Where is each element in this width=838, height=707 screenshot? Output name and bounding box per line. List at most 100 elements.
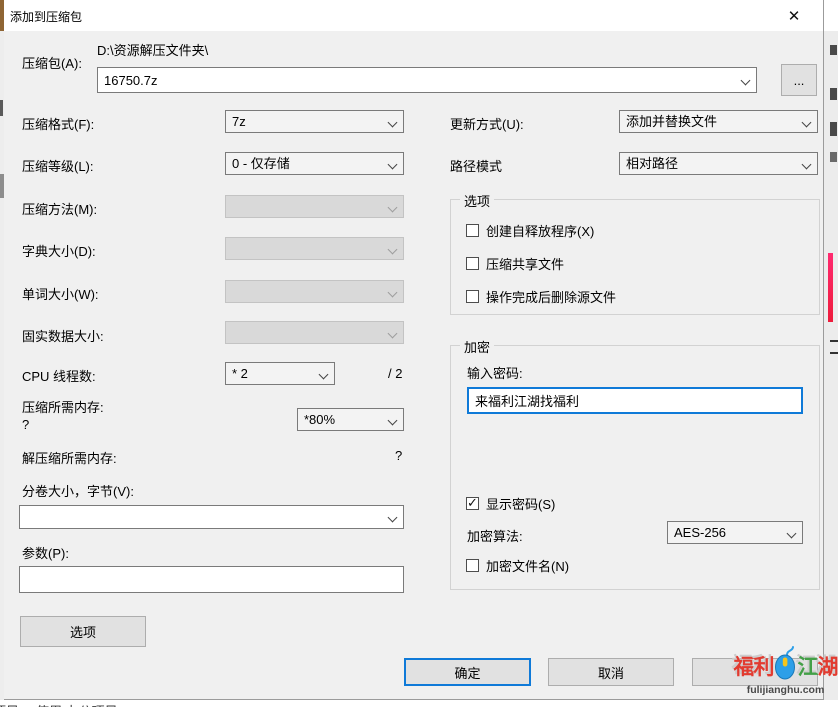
fulijianghu-watermark: 福 利 江 湖 fulijianghu.com <box>733 648 838 696</box>
chevron-down-icon <box>388 118 398 128</box>
background-text-fragment: 使用 办公项目 <box>36 701 118 707</box>
background-text-fragment: 项目 <box>0 701 19 707</box>
close-icon[interactable]: ✕ <box>779 5 809 27</box>
update-mode-value: 添加并替换文件 <box>626 114 717 129</box>
watermark-char: 福 <box>734 657 754 678</box>
checkbox-label: 创建自释放程序(X) <box>486 221 594 240</box>
chevron-down-icon[interactable] <box>388 513 398 523</box>
checkbox-box[interactable] <box>466 559 479 572</box>
options-button[interactable]: 选项 <box>20 616 146 647</box>
chevron-down-icon <box>802 160 812 170</box>
checkbox-label: 操作完成后删除源文件 <box>486 287 616 306</box>
watermark-logo-row: 福 利 江 湖 <box>733 648 838 686</box>
cancel-button[interactable]: 取消 <box>548 658 674 686</box>
archive-label: 压缩包(A): <box>22 53 82 72</box>
checkbox-box[interactable] <box>466 497 479 510</box>
chevron-down-icon <box>388 245 398 255</box>
password-input[interactable] <box>467 387 803 414</box>
archive-name-value: 16750.7z <box>104 73 158 88</box>
memory-usage-value: *80% <box>304 412 335 427</box>
cpu-threads-label: CPU 线程数: <box>22 366 96 385</box>
archive-path: D:\资源解压文件夹\ <box>97 40 208 59</box>
cpu-threads-combobox[interactable]: * 2 <box>225 362 335 385</box>
ok-button[interactable]: 确定 <box>404 658 531 686</box>
path-mode-label: 路径模式 <box>450 156 502 175</box>
chevron-down-icon <box>388 160 398 170</box>
volume-size-label: 分卷大小，字节(V): <box>22 481 134 500</box>
background-fragment <box>830 88 837 100</box>
dialog-title: 添加到压缩包 <box>10 8 82 25</box>
chevron-down-icon[interactable] <box>741 76 751 86</box>
encryption-method-combobox[interactable]: AES-256 <box>667 521 803 544</box>
background-fragment <box>830 352 838 354</box>
path-mode-value: 相对路径 <box>626 156 678 171</box>
method-combobox <box>225 195 404 218</box>
memory-decompress-label: 解压缩所需内存: <box>22 448 117 467</box>
title-bar: 添加到压缩包 ✕ <box>4 0 823 31</box>
chevron-down-icon <box>388 416 398 426</box>
format-value: 7z <box>232 114 246 129</box>
memory-compress-label: 压缩所需内存: <box>22 397 104 416</box>
memory-compress-hint: ? <box>22 417 29 432</box>
volume-size-combobox[interactable] <box>19 505 404 529</box>
add-to-archive-dialog: 添加到压缩包 ✕ 压缩包(A): D:\资源解压文件夹\ 16750.7z ..… <box>4 0 824 700</box>
background-pink-bar <box>828 253 833 322</box>
parameters-label: 参数(P): <box>22 543 69 562</box>
level-value: 0 - 仅存储 <box>232 156 290 171</box>
memory-decompress-hint: ? <box>395 448 402 463</box>
password-label: 输入密码: <box>467 363 523 382</box>
level-combobox[interactable]: 0 - 仅存储 <box>225 152 404 175</box>
background-fragment <box>830 45 837 55</box>
watermark-char: 江 <box>798 657 818 678</box>
background-fragment <box>830 340 838 342</box>
checkbox-label: 压缩共享文件 <box>486 254 564 273</box>
checkbox-show-password[interactable]: 显示密码(S) <box>466 494 555 513</box>
checkbox-box[interactable] <box>466 224 479 237</box>
chevron-down-icon <box>388 329 398 339</box>
background-fragment <box>0 100 3 116</box>
chevron-down-icon <box>388 288 398 298</box>
encryption-groupbox-legend: 加密 <box>460 337 494 356</box>
checkbox-encrypt-filenames[interactable]: 加密文件名(N) <box>466 556 569 575</box>
dictionary-combobox <box>225 237 404 260</box>
checkbox-box[interactable] <box>466 257 479 270</box>
background-window-bottom-sliver: 项目 使用 办公项目 <box>0 700 838 707</box>
checkbox-label: 显示密码(S) <box>486 494 555 513</box>
encryption-method-value: AES-256 <box>674 525 726 540</box>
word-size-label: 单词大小(W): <box>22 284 99 303</box>
mouse-icon <box>774 646 798 685</box>
checkbox-create-sfx[interactable]: 创建自释放程序(X) <box>466 221 594 240</box>
memory-usage-combobox[interactable]: *80% <box>297 408 404 431</box>
path-mode-combobox[interactable]: 相对路径 <box>619 152 818 175</box>
update-mode-combobox[interactable]: 添加并替换文件 <box>619 110 818 133</box>
format-combobox[interactable]: 7z <box>225 110 404 133</box>
parameters-input[interactable] <box>19 566 404 593</box>
options-groupbox-legend: 选项 <box>460 191 494 210</box>
watermark-char: 利 <box>754 657 774 678</box>
watermark-char: 湖 <box>818 657 838 678</box>
background-fragment <box>824 0 838 31</box>
level-label: 压缩等级(L): <box>22 156 94 175</box>
cpu-threads-max: / 2 <box>388 366 402 381</box>
chevron-down-icon <box>802 118 812 128</box>
cpu-threads-value: * 2 <box>232 366 248 381</box>
browse-button[interactable]: ... <box>781 64 817 96</box>
checkbox-box[interactable] <box>466 290 479 303</box>
solid-block-label: 固实数据大小: <box>22 326 104 345</box>
checkbox-delete-after[interactable]: 操作完成后删除源文件 <box>466 287 616 306</box>
solid-block-combobox <box>225 321 404 344</box>
chevron-down-icon <box>388 203 398 213</box>
chevron-down-icon <box>319 370 329 380</box>
encryption-method-label: 加密算法: <box>467 526 523 545</box>
update-mode-label: 更新方式(U): <box>450 114 524 133</box>
watermark-domain: fulijianghu.com <box>733 684 838 696</box>
background-fragment <box>830 152 837 162</box>
background-fragment <box>830 122 837 136</box>
method-label: 压缩方法(M): <box>22 199 97 218</box>
dictionary-label: 字典大小(D): <box>22 241 96 260</box>
checkbox-label: 加密文件名(N) <box>486 556 569 575</box>
word-size-combobox <box>225 280 404 303</box>
checkbox-compress-shared[interactable]: 压缩共享文件 <box>466 254 564 273</box>
chevron-down-icon <box>787 529 797 539</box>
archive-name-combobox[interactable]: 16750.7z <box>97 67 757 93</box>
